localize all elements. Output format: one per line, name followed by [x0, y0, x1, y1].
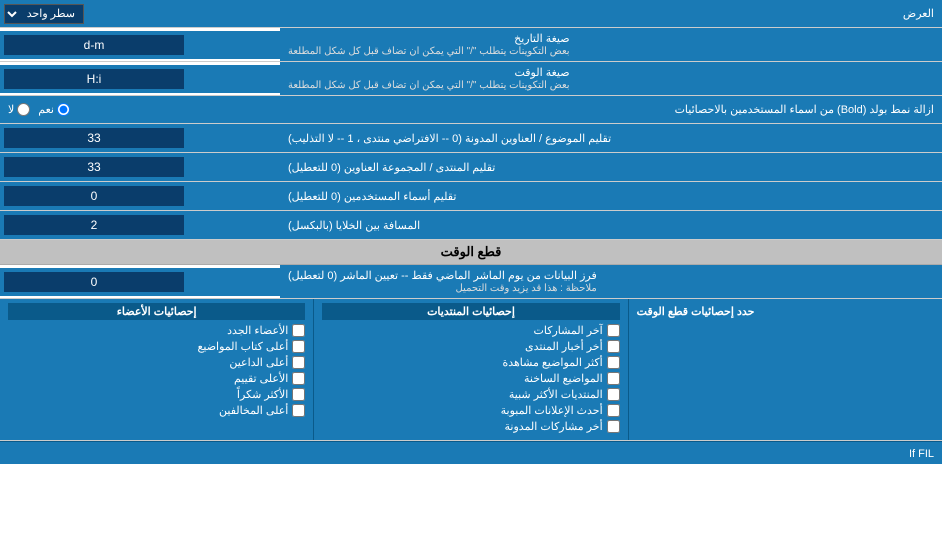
stat-member-5-label: الأكثر شكراً — [237, 388, 288, 401]
cutoff-days-row: فرز البيانات من يوم الماشر الماضي فقط --… — [0, 265, 942, 299]
cutoff-days-input-cell — [0, 268, 280, 296]
usernames-input[interactable] — [4, 186, 184, 206]
time-format-label: صيغة الوقت بعض التكوينات يتطلب "/" التي … — [280, 62, 942, 95]
bold-no-label[interactable]: لا — [8, 103, 30, 116]
stat-member-1: الأعضاء الجدد — [8, 324, 305, 337]
stat-member-4: الأعلى تقييم — [8, 372, 305, 385]
stats-section: حدد إحصائيات قطع الوقت إحصائيات المنتديا… — [0, 299, 942, 441]
time-format-input-cell — [0, 65, 280, 93]
stat-post-1: آخر المشاركات — [322, 324, 619, 337]
cutoff-days-label-text: فرز البيانات من يوم الماشر الماضي فقط --… — [288, 269, 597, 294]
stat-member-2: أعلى كتاب المواضيع — [8, 340, 305, 353]
topic-titles-label: تقليم الموضوع / العناوين المدونة (0 -- ا… — [280, 124, 942, 152]
stat-post-6-label: أحدث الإعلانات المبوبة — [501, 404, 603, 417]
bold-yes-label[interactable]: نعم — [38, 103, 70, 116]
date-format-input[interactable] — [4, 35, 184, 55]
cutoff-days-label: فرز البيانات من يوم الماشر الماضي فقط --… — [280, 265, 942, 298]
stats-label: حدد إحصائيات قطع الوقت — [637, 305, 755, 318]
topic-titles-input-cell — [0, 124, 280, 152]
stat-post-6: أحدث الإعلانات المبوبة — [322, 404, 619, 417]
bold-remove-row: ازالة نمط بولد (Bold) من اسماء المستخدمي… — [0, 96, 942, 124]
if-fil-row: If FIL — [0, 441, 942, 464]
display-mode-label: العرض — [280, 3, 942, 24]
display-mode-row: العرض سطر واحد سطرين ثلاثة أسطر — [0, 0, 942, 28]
stat-member-2-label: أعلى كتاب المواضيع — [198, 340, 289, 353]
topic-titles-input[interactable] — [4, 128, 184, 148]
spacing-row: المسافة بين الخلايا (بالبكسل) — [0, 211, 942, 240]
forum-titles-row: تقليم المنتدى / المجموعة العناوين (0 للت… — [0, 153, 942, 182]
stat-member-1-label: الأعضاء الجدد — [227, 324, 288, 337]
stats-posts-header: إحصائيات المنتديات — [322, 303, 619, 320]
stat-member-6-label: أعلى المخالفين — [219, 404, 288, 417]
stat-post-3-label: أكثر المواضيع مشاهدة — [502, 356, 602, 369]
if-fil-text: If FIL — [909, 448, 934, 460]
stat-member-5-checkbox[interactable] — [292, 388, 305, 401]
time-format-input[interactable] — [4, 69, 184, 89]
stat-post-1-checkbox[interactable] — [607, 324, 620, 337]
bold-yes-radio[interactable] — [57, 103, 70, 116]
forum-titles-label: تقليم المنتدى / المجموعة العناوين (0 للت… — [280, 153, 942, 181]
time-format-label-text: صيغة الوقت بعض التكوينات يتطلب "/" التي … — [288, 66, 570, 91]
usernames-input-cell — [0, 182, 280, 210]
stat-post-5: المنتديات الأكثر شبية — [322, 388, 619, 401]
time-format-row: صيغة الوقت بعض التكوينات يتطلب "/" التي … — [0, 62, 942, 96]
usernames-label: تقليم أسماء المستخدمين (0 للتعطيل) — [280, 182, 942, 210]
stats-members-col: إحصائيات الأعضاء الأعضاء الجدد أعلى كتاب… — [0, 299, 313, 440]
cutoff-section-header: قطع الوقت — [0, 240, 942, 265]
date-format-label: صيغة التاريخ بعض التكوينات يتطلب "/" الت… — [280, 28, 942, 61]
stat-post-5-label: المنتديات الأكثر شبية — [509, 388, 603, 401]
stat-post-4: المواضيع الساخنة — [322, 372, 619, 385]
spacing-input[interactable] — [4, 215, 184, 235]
stat-post-2-label: أخر أخبار المنتدى — [525, 340, 603, 353]
date-format-row: صيغة التاريخ بعض التكوينات يتطلب "/" الت… — [0, 28, 942, 62]
stat-member-3: أعلى الداعين — [8, 356, 305, 369]
stat-member-4-label: الأعلى تقييم — [234, 372, 288, 385]
stats-label-col: حدد إحصائيات قطع الوقت — [629, 299, 942, 440]
stat-post-2-checkbox[interactable] — [607, 340, 620, 353]
bold-no-radio[interactable] — [17, 103, 30, 116]
display-mode-select[interactable]: سطر واحد سطرين ثلاثة أسطر — [4, 4, 84, 24]
stat-member-5: الأكثر شكراً — [8, 388, 305, 401]
cutoff-days-input[interactable] — [4, 272, 184, 292]
stat-post-2: أخر أخبار المنتدى — [322, 340, 619, 353]
spacing-label: المسافة بين الخلايا (بالبكسل) — [280, 211, 942, 239]
bold-remove-inputs: نعم لا — [0, 101, 280, 118]
stat-post-7: أخر مشاركات المدونة — [322, 420, 619, 433]
date-format-label-text: صيغة التاريخ بعض التكوينات يتطلب "/" الت… — [288, 32, 570, 57]
forum-titles-input-cell — [0, 153, 280, 181]
stat-post-6-checkbox[interactable] — [607, 404, 620, 417]
stat-member-6: أعلى المخالفين — [8, 404, 305, 417]
forum-titles-input[interactable] — [4, 157, 184, 177]
spacing-input-cell — [0, 211, 280, 239]
display-mode-input[interactable]: سطر واحد سطرين ثلاثة أسطر — [0, 2, 280, 26]
stat-post-3: أكثر المواضيع مشاهدة — [322, 356, 619, 369]
usernames-row: تقليم أسماء المستخدمين (0 للتعطيل) — [0, 182, 942, 211]
stat-post-4-checkbox[interactable] — [607, 372, 620, 385]
topic-titles-row: تقليم الموضوع / العناوين المدونة (0 -- ا… — [0, 124, 942, 153]
stat-member-3-checkbox[interactable] — [292, 356, 305, 369]
date-format-input-cell — [0, 31, 280, 59]
stat-post-4-label: المواضيع الساخنة — [524, 372, 603, 385]
stats-posts-col: إحصائيات المنتديات آخر المشاركات أخر أخب… — [313, 299, 628, 440]
stat-member-4-checkbox[interactable] — [292, 372, 305, 385]
stat-post-5-checkbox[interactable] — [607, 388, 620, 401]
stats-members-header: إحصائيات الأعضاء — [8, 303, 305, 320]
stat-post-3-checkbox[interactable] — [607, 356, 620, 369]
stat-post-7-label: أخر مشاركات المدونة — [505, 420, 603, 433]
bold-remove-label: ازالة نمط بولد (Bold) من اسماء المستخدمي… — [280, 99, 942, 120]
stat-member-6-checkbox[interactable] — [292, 404, 305, 417]
stat-member-1-checkbox[interactable] — [292, 324, 305, 337]
stat-post-7-checkbox[interactable] — [607, 420, 620, 433]
stat-member-3-label: أعلى الداعين — [229, 356, 288, 369]
stat-post-1-label: آخر المشاركات — [534, 324, 603, 337]
stat-member-2-checkbox[interactable] — [292, 340, 305, 353]
